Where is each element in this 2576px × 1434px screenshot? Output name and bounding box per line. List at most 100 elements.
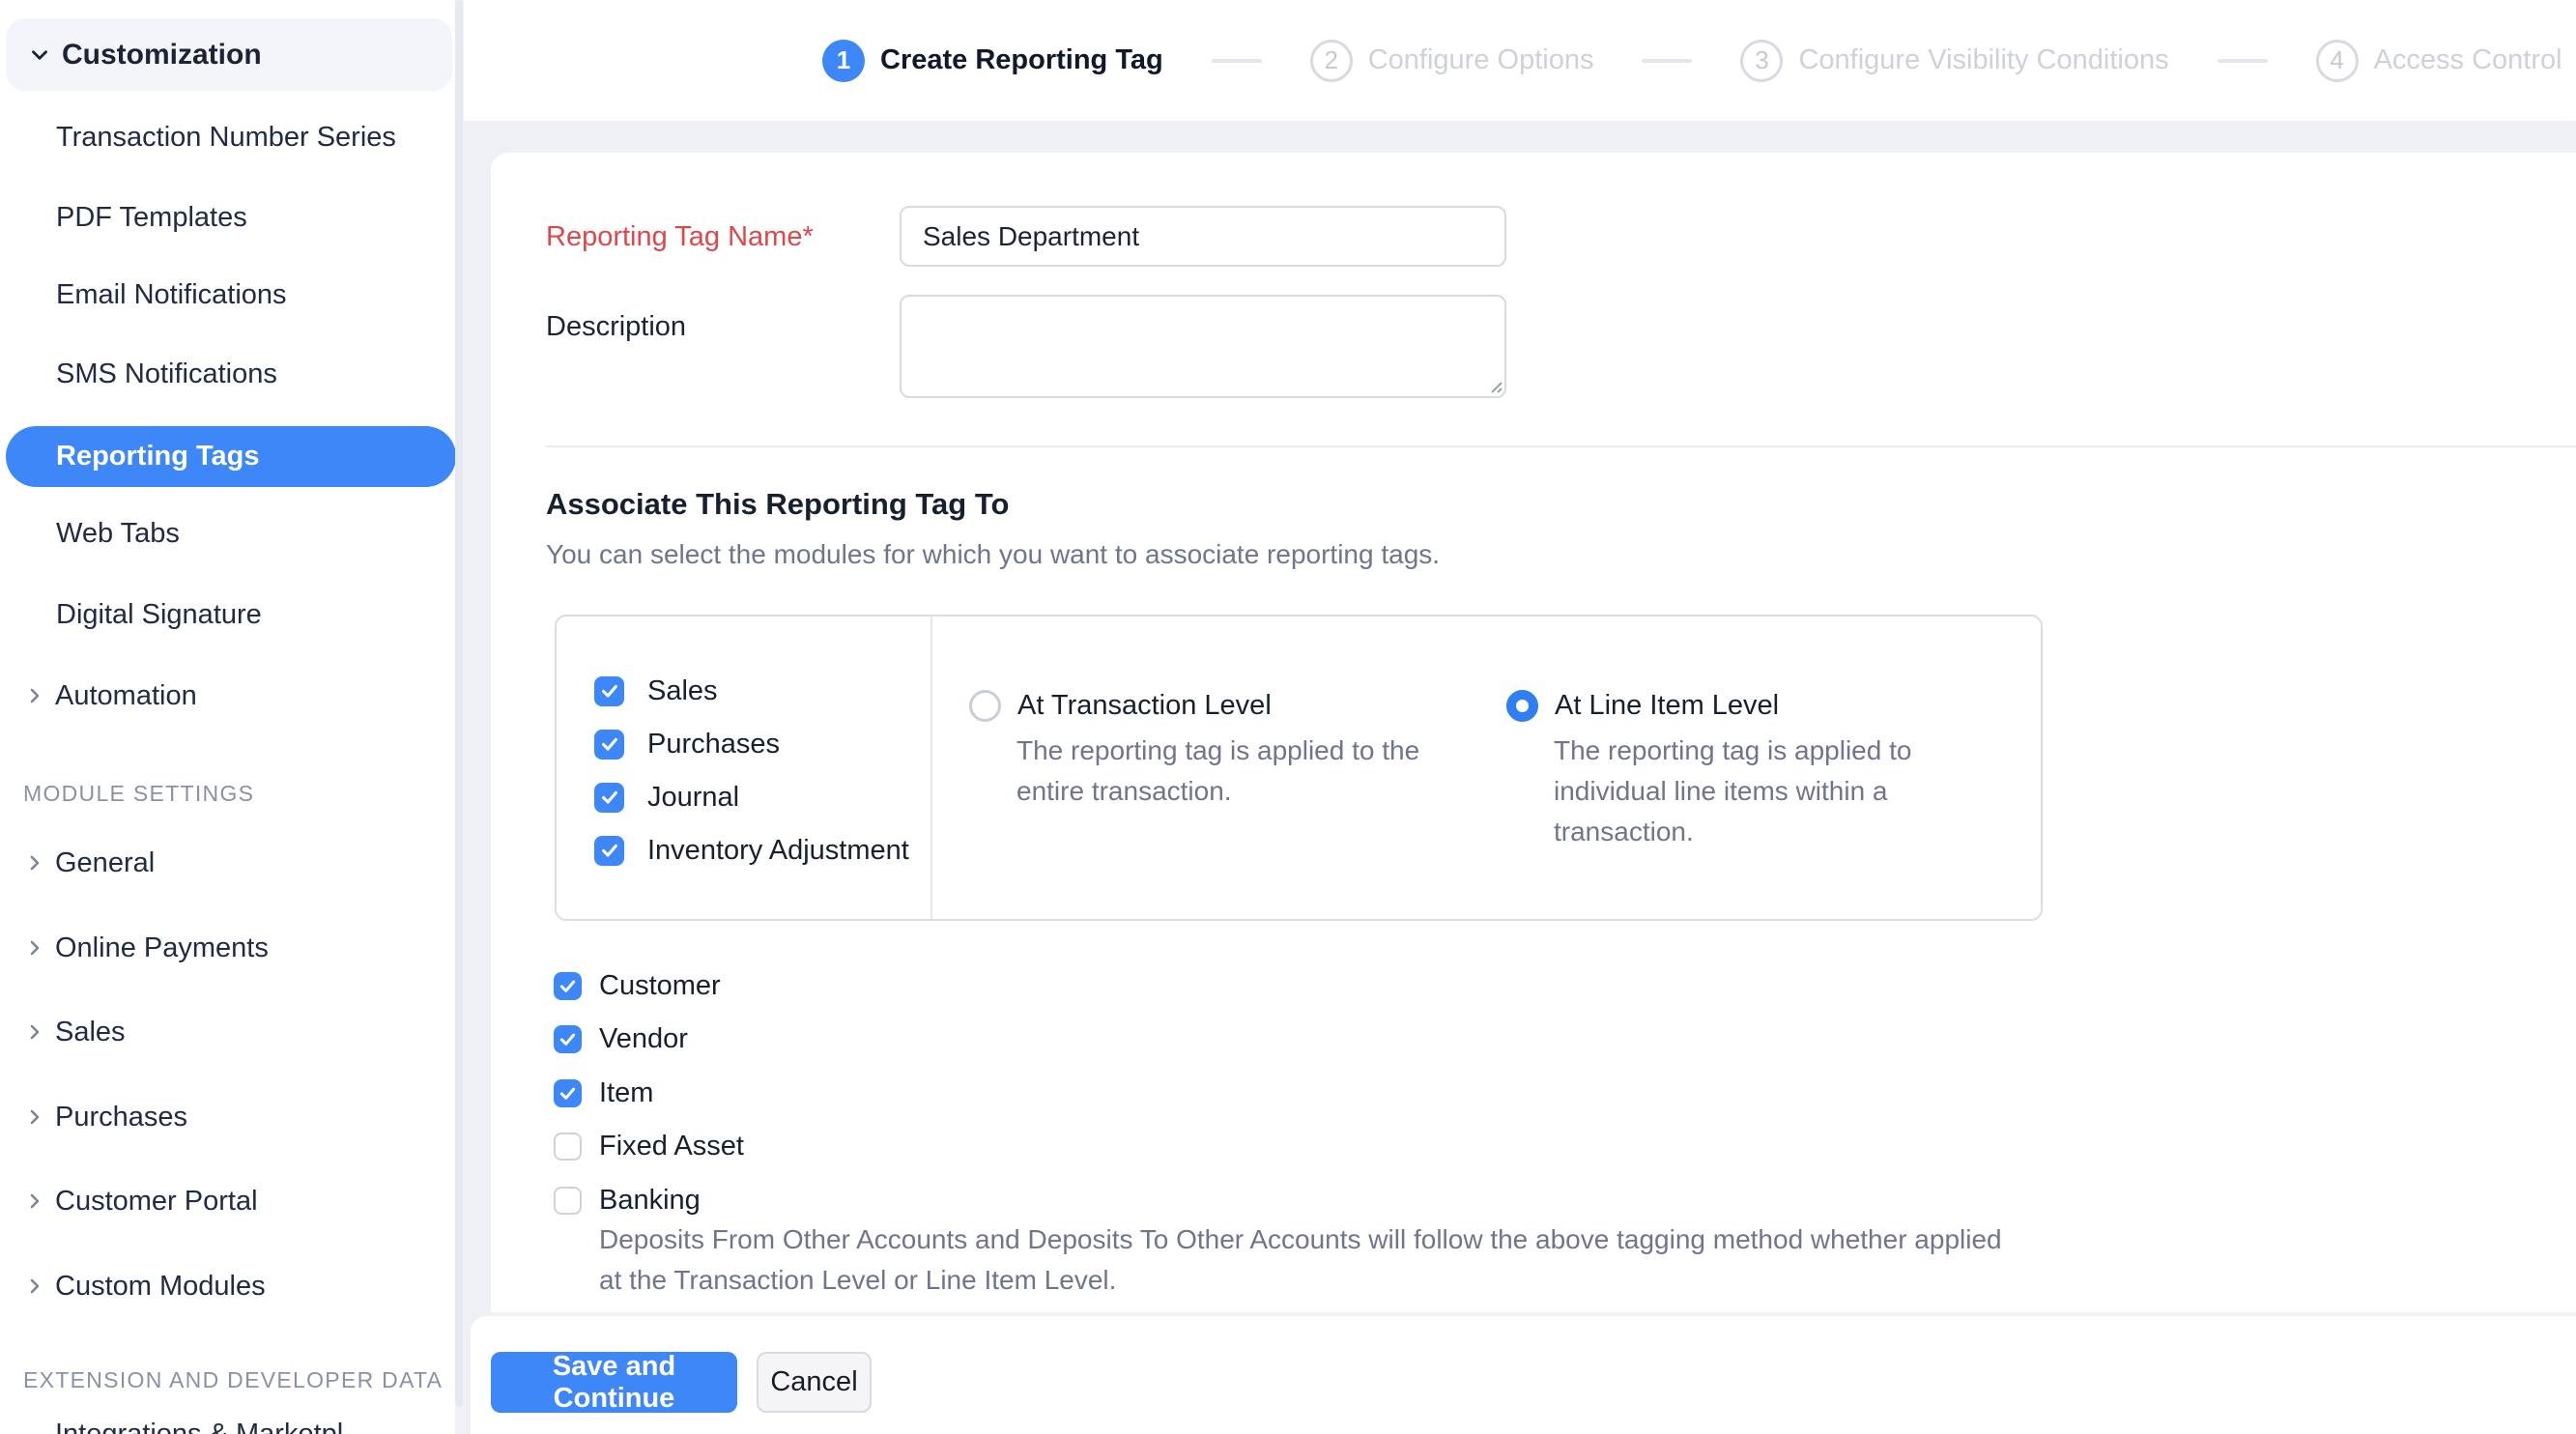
sidebar-section-label: Customer Portal xyxy=(55,1180,258,1222)
form-action-bar: Save and Continue Cancel xyxy=(471,1316,2576,1434)
sidebar-section-customer-portal[interactable]: Customer Portal xyxy=(0,1180,464,1222)
chevron-right-icon xyxy=(23,936,46,960)
step-number-badge: 1 xyxy=(822,40,865,82)
step-label: Access Control xyxy=(2374,44,2562,76)
checkbox-label: Item xyxy=(599,1077,653,1109)
chevron-right-icon xyxy=(23,684,46,707)
checkmark-icon xyxy=(594,676,624,706)
step-number-badge: 2 xyxy=(1310,40,1353,82)
save-and-continue-button[interactable]: Save and Continue xyxy=(491,1352,737,1413)
sidebar-item-sms-notifications[interactable]: SMS Notifications xyxy=(56,353,277,395)
chevron-right-icon xyxy=(23,1020,46,1044)
sidebar-section-sales[interactable]: Sales xyxy=(0,1011,464,1053)
checkmark-icon xyxy=(554,1079,582,1107)
checkbox-journal[interactable]: Journal xyxy=(594,776,739,818)
checkmark-icon xyxy=(554,1025,582,1053)
checkbox-banking[interactable]: Banking xyxy=(554,1179,701,1221)
radio-label: At Line Item Level xyxy=(1555,690,1779,722)
radio-at-line-item-level[interactable]: At Line Item Level xyxy=(1506,684,1779,727)
sidebar-item-label: Reporting Tags xyxy=(56,441,260,473)
checkbox-item[interactable]: Item xyxy=(554,1072,653,1114)
chevron-right-icon xyxy=(23,1105,46,1129)
step-connector xyxy=(1642,59,1692,63)
checkbox-customer[interactable]: Customer xyxy=(554,964,721,1007)
sidebar-section-label: General xyxy=(55,842,155,884)
sidebar-header-extension-developer-data: EXTENSION AND DEVELOPER DATA xyxy=(23,1363,443,1396)
sidebar-section-purchases[interactable]: Purchases xyxy=(0,1096,464,1138)
step-label: Configure Options xyxy=(1368,44,1594,76)
checkbox-sales[interactable]: Sales xyxy=(594,670,718,712)
chevron-right-icon xyxy=(23,851,46,875)
chevron-right-icon xyxy=(23,1190,46,1213)
reporting-tag-name-label: Reporting Tag Name* xyxy=(546,215,814,258)
checkbox-inventory-adjustment[interactable]: Inventory Adjustment xyxy=(594,829,909,872)
associate-section-subtitle: You can select the modules for which you… xyxy=(546,533,1440,576)
radio-description: The reporting tag is applied to the enti… xyxy=(1016,731,1466,812)
sidebar-scrollbar-track xyxy=(455,0,464,1434)
sidebar-item-pdf-templates[interactable]: PDF Templates xyxy=(56,196,247,239)
sidebar-section-online-payments[interactable]: Online Payments xyxy=(0,927,464,969)
sidebar-section-label: Custom Modules xyxy=(55,1265,266,1307)
sidebar-item-digital-signature[interactable]: Digital Signature xyxy=(56,593,262,636)
checkbox-label: Vendor xyxy=(599,1023,688,1055)
sidebar-section-label: Online Payments xyxy=(55,927,269,969)
sidebar-item-transaction-number-series[interactable]: Transaction Number Series xyxy=(56,116,396,158)
radio-at-transaction-level[interactable]: At Transaction Level xyxy=(969,684,1272,727)
associate-section-title: Associate This Reporting Tag To xyxy=(546,483,1009,526)
reporting-tag-name-input[interactable] xyxy=(900,206,1506,267)
sidebar-section-automation[interactable]: Automation xyxy=(0,674,464,717)
sidebar-section-custom-modules[interactable]: Custom Modules xyxy=(0,1265,464,1307)
checkmark-icon xyxy=(594,730,624,760)
sidebar-section-label: Automation xyxy=(55,674,197,717)
checkbox-label: Inventory Adjustment xyxy=(647,835,909,867)
step-connector xyxy=(1212,59,1262,63)
checkbox-label: Sales xyxy=(647,675,718,707)
sidebar-section-label: Sales xyxy=(55,1011,126,1053)
radio-label: At Transaction Level xyxy=(1017,690,1272,722)
description-textarea[interactable] xyxy=(900,295,1506,398)
checkbox-empty-icon xyxy=(554,1133,582,1161)
banking-note: Deposits From Other Accounts and Deposit… xyxy=(599,1219,2029,1301)
sidebar-scrollbar-thumb[interactable] xyxy=(455,0,463,1407)
settings-sidebar: Customization Transaction Number Series … xyxy=(0,0,464,1434)
sidebar-item-reporting-tags-selected[interactable]: Reporting Tags xyxy=(6,426,456,487)
checkbox-label: Banking xyxy=(599,1185,701,1217)
step-configure-options[interactable]: 2 Configure Options xyxy=(1310,40,1594,82)
checkbox-fixed-asset[interactable]: Fixed Asset xyxy=(554,1125,744,1167)
step-create-reporting-tag[interactable]: 1 Create Reporting Tag xyxy=(822,40,1163,82)
checkmark-icon xyxy=(594,783,624,813)
sidebar-section-general[interactable]: General xyxy=(0,842,464,884)
chevron-right-icon xyxy=(23,1275,46,1298)
sidebar-section-customization[interactable]: Customization xyxy=(6,18,452,91)
checkbox-label: Customer xyxy=(599,970,721,1002)
sidebar-header-module-settings: MODULE SETTINGS xyxy=(23,777,254,810)
sidebar-section-label: Purchases xyxy=(55,1096,187,1138)
radio-description: The reporting tag is applied to individu… xyxy=(1554,731,1955,852)
module-association-panel: Sales Purchases Journal Inventory Adjust… xyxy=(555,615,2043,921)
radio-selected-icon xyxy=(1506,690,1538,722)
step-label: Configure Visibility Conditions xyxy=(1798,44,2168,76)
step-label: Create Reporting Tag xyxy=(880,44,1163,76)
checkbox-vendor[interactable]: Vendor xyxy=(554,1018,688,1060)
checkbox-label: Fixed Asset xyxy=(599,1131,744,1162)
checkbox-label: Purchases xyxy=(647,729,780,760)
step-configure-visibility-conditions[interactable]: 3 Configure Visibility Conditions xyxy=(1740,40,2168,82)
checkbox-empty-icon xyxy=(554,1187,582,1215)
radio-icon xyxy=(969,690,1001,722)
checkmark-icon xyxy=(554,972,582,1000)
section-divider xyxy=(546,445,2576,447)
cancel-button[interactable]: Cancel xyxy=(757,1352,872,1413)
step-number-badge: 3 xyxy=(1740,40,1783,82)
description-label: Description xyxy=(546,305,686,348)
wizard-stepper: 1 Create Reporting Tag 2 Configure Optio… xyxy=(464,0,2576,121)
sidebar-item-email-notifications[interactable]: Email Notifications xyxy=(56,273,287,316)
sidebar-section-label: Customization xyxy=(62,39,262,72)
create-reporting-tag-form: Reporting Tag Name* Description Associat… xyxy=(491,153,2576,1312)
panel-divider xyxy=(930,617,932,919)
step-connector xyxy=(2218,59,2268,63)
sidebar-item-web-tabs[interactable]: Web Tabs xyxy=(56,512,180,555)
chevron-down-icon xyxy=(27,43,52,68)
checkbox-purchases[interactable]: Purchases xyxy=(594,723,780,765)
step-access-control[interactable]: 4 Access Control xyxy=(2316,40,2562,82)
sidebar-item-integrations-marketplace[interactable]: Integrations & Marketpl xyxy=(55,1413,343,1434)
